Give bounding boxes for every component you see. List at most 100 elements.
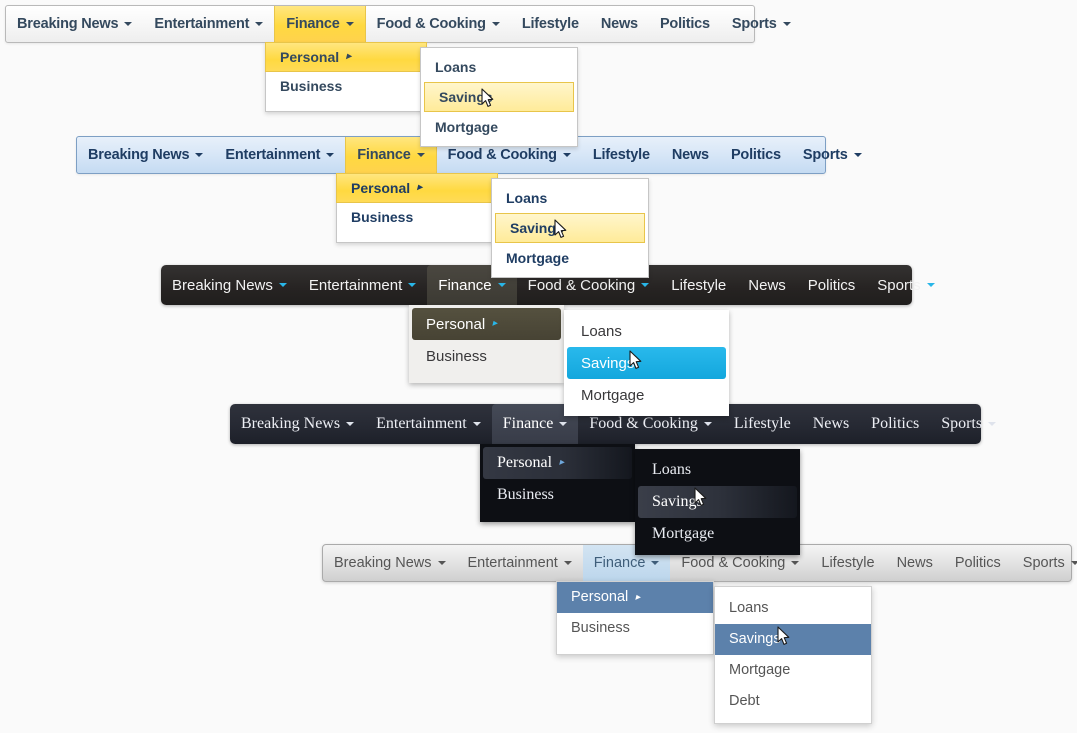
menubar-item-lifestyle[interactable]: Lifestyle	[582, 137, 661, 173]
dropdown-item-label: Business	[351, 209, 414, 225]
menubar-item-label: Entertainment	[225, 146, 321, 163]
dropdown-panel-finance[interactable]: Personal ▸ Business	[556, 581, 714, 655]
dropdown-item-business[interactable]: Business	[266, 71, 424, 101]
menubar-item-breaking-news[interactable]: Breaking News	[230, 404, 365, 444]
chevron-down-icon	[326, 153, 335, 157]
menubar-item-label: Entertainment	[154, 15, 250, 32]
submenu-item-label: Savings	[581, 354, 635, 372]
menubar-item-label: Food & Cooking	[527, 276, 636, 294]
dropdown-item-personal[interactable]: Personal ▸	[557, 582, 713, 613]
menubar-item-label: Finance	[357, 146, 411, 163]
submenu-item-savings[interactable]: Savings	[424, 82, 574, 112]
menubar-item-lifestyle[interactable]: Lifestyle	[723, 404, 802, 444]
menubar[interactable]: Breaking News Entertainment Finance Food…	[5, 5, 791, 43]
dropdown-panel-finance[interactable]: Personal ▸ Business	[336, 173, 498, 243]
submenu-item-label: Savings	[510, 220, 564, 236]
chevron-down-icon	[853, 153, 862, 157]
menubar-item-entertainment[interactable]: Entertainment	[298, 265, 427, 305]
submenu-panel-personal[interactable]: Loans Savings Mortgage	[564, 310, 729, 416]
menubar-item-label: Sports	[941, 415, 983, 432]
menubar-item-sports[interactable]: Sports	[866, 265, 945, 305]
dropdown-panel-finance[interactable]: Personal ▸ Business	[480, 444, 635, 522]
submenu-item-label: Debt	[729, 693, 760, 710]
submenu-item-savings[interactable]: Savings	[715, 624, 871, 655]
submenu-panel-personal[interactable]: Loans Savings Mortgage Debt	[714, 586, 872, 724]
submenu-item-loans[interactable]: Loans	[492, 183, 648, 213]
chevron-down-icon	[472, 422, 481, 426]
menubar-item-news[interactable]: News	[886, 545, 944, 581]
menu-variant-1-light-yellow: Breaking News Entertainment Finance Food…	[5, 5, 791, 147]
menubar-item-label: Politics	[871, 415, 920, 432]
menubar-item-news[interactable]: News	[737, 265, 797, 305]
menubar-item-sports[interactable]: Sports	[792, 137, 873, 173]
dropdown-item-personal[interactable]: Personal ▸	[336, 173, 498, 203]
menubar-item-label: Politics	[730, 146, 781, 163]
menubar-item-entertainment[interactable]: Entertainment	[214, 137, 345, 173]
menubar-item-label: Breaking News	[88, 146, 190, 163]
submenu-item-mortgage[interactable]: Mortgage	[492, 243, 648, 273]
dropdown-item-personal[interactable]: Personal ▸	[483, 447, 632, 479]
chevron-right-icon: ▸	[346, 51, 352, 62]
menubar-item-news[interactable]: News	[661, 137, 720, 173]
menubar-item-label: Food & Cooking	[589, 415, 698, 432]
submenu-item-loans[interactable]: Loans	[421, 52, 577, 82]
menubar-item-politics[interactable]: Politics	[720, 137, 792, 173]
submenu-item-savings[interactable]: Savings	[495, 213, 645, 243]
menubar-item-label: Lifestyle	[592, 146, 650, 163]
menubar-item-label: Politics	[954, 554, 1001, 571]
submenu-item-loans[interactable]: Loans	[715, 593, 871, 624]
dropdown-item-personal[interactable]: Personal ▸	[412, 308, 561, 340]
menubar-item-news[interactable]: News	[590, 6, 649, 42]
submenu-item-loans[interactable]: Loans	[638, 454, 797, 486]
submenu-item-label: Loans	[506, 190, 548, 206]
submenu-item-mortgage[interactable]: Mortgage	[715, 655, 871, 686]
submenu-item-mortgage[interactable]: Mortgage	[421, 112, 577, 142]
dropdown-item-label: Personal	[571, 589, 629, 606]
chevron-down-icon	[651, 561, 660, 565]
menubar-item-breaking-news[interactable]: Breaking News	[6, 6, 143, 42]
menubar-item-breaking-news[interactable]: Breaking News	[323, 545, 457, 581]
submenu-panel-personal[interactable]: Loans Savings Mortgage	[635, 449, 800, 555]
menubar-item-entertainment[interactable]: Entertainment	[365, 404, 492, 444]
menubar-item-entertainment[interactable]: Entertainment	[457, 545, 583, 581]
menubar-item-lifestyle[interactable]: Lifestyle	[660, 265, 737, 305]
dropdown-panel-finance[interactable]: Personal ▸ Business	[409, 305, 564, 383]
menubar-item-politics[interactable]: Politics	[944, 545, 1012, 581]
dropdown-item-business[interactable]: Business	[483, 479, 632, 511]
menubar-item-label: Sports	[877, 276, 921, 294]
menubar-item-breaking-news[interactable]: Breaking News	[77, 137, 214, 173]
submenu-item-label: Loans	[581, 322, 622, 340]
menubar-item-finance[interactable]: Finance	[274, 6, 366, 42]
menubar-item-breaking-news[interactable]: Breaking News	[161, 265, 298, 305]
submenu-panel-personal[interactable]: Loans Savings Mortgage	[420, 47, 578, 147]
menubar-item-lifestyle[interactable]: Lifestyle	[810, 545, 885, 581]
submenu-panel-personal[interactable]: Loans Savings Mortgage	[491, 178, 649, 278]
menubar-item-lifestyle[interactable]: Lifestyle	[511, 6, 590, 42]
dropdown-item-business[interactable]: Business	[412, 340, 561, 372]
menubar-item-politics[interactable]: Politics	[797, 265, 867, 305]
submenu-item-savings[interactable]: Savings	[638, 486, 797, 518]
dropdown-item-business[interactable]: Business	[557, 613, 713, 644]
menubar-item-politics[interactable]: Politics	[860, 404, 930, 444]
menubar-item-news[interactable]: News	[802, 404, 860, 444]
menubar-item-label: Lifestyle	[671, 276, 727, 294]
menubar-item-politics[interactable]: Politics	[649, 6, 721, 42]
submenu-item-loans[interactable]: Loans	[567, 315, 726, 347]
menubar-item-label: Food & Cooking	[681, 554, 786, 571]
submenu-item-debt[interactable]: Debt	[715, 686, 871, 717]
menubar-item-sports[interactable]: Sports	[721, 6, 802, 42]
menubar-item-label: Food & Cooking	[376, 15, 486, 32]
dropdown-item-personal[interactable]: Personal ▸	[265, 42, 427, 72]
submenu-item-savings[interactable]: Savings	[567, 347, 726, 379]
submenu-item-mortgage[interactable]: Mortgage	[638, 518, 797, 550]
submenu-item-label: Mortgage	[435, 119, 498, 135]
menubar-item-label: News	[671, 146, 709, 163]
submenu-item-mortgage[interactable]: Mortgage	[567, 379, 726, 411]
menubar-item-food-cooking[interactable]: Food & Cooking	[366, 6, 511, 42]
menubar-item-sports[interactable]: Sports	[930, 404, 1007, 444]
menubar-item-entertainment[interactable]: Entertainment	[143, 6, 274, 42]
dropdown-item-business[interactable]: Business	[337, 202, 495, 232]
menubar-item-label: Entertainment	[308, 276, 403, 294]
menubar-item-sports[interactable]: Sports	[1012, 545, 1077, 581]
dropdown-panel-finance[interactable]: Personal ▸ Business	[265, 42, 427, 112]
